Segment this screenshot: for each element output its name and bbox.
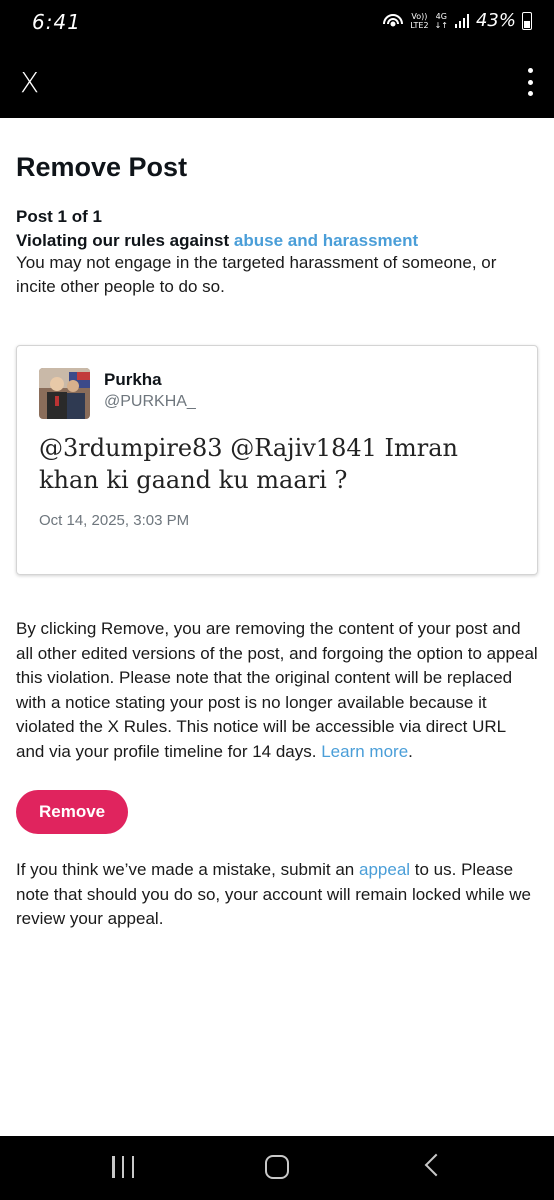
notice-suffix: . [408, 741, 413, 761]
appeal-link[interactable]: appeal [359, 860, 410, 879]
status-time: 6:41 [32, 10, 81, 34]
recent-bar [131, 1156, 134, 1178]
data-type: 4G [435, 11, 447, 21]
signal-icon [454, 13, 469, 28]
rule-prefix: Violating our rules against [16, 231, 234, 250]
recent-apps-icon[interactable] [112, 1156, 134, 1178]
appeal-prefix: If you think we’ve made a mistake, submi… [16, 860, 359, 879]
tweet-text: @3rdumpire83 @Rajiv1841 Imran khan ki ga… [39, 434, 458, 494]
back-icon[interactable] [424, 1153, 448, 1177]
recent-bar [112, 1156, 115, 1178]
volte-top: Vo)) [411, 11, 428, 21]
rule-link[interactable]: abuse and harassment [234, 231, 418, 250]
home-icon[interactable] [265, 1155, 289, 1179]
data-arrows-icon: ↓↑ [434, 20, 448, 30]
volte-indicator: Vo)) LTE2 [410, 12, 428, 30]
battery-icon [522, 11, 532, 30]
status-bar: 6:41 Vo)) LTE2 4G ↓↑ 43% [0, 0, 554, 46]
more-dot [527, 68, 533, 73]
post-count: Post 1 of 1 [16, 207, 102, 226]
app-bar: X [0, 46, 554, 118]
page-title: Remove Post [16, 152, 188, 182]
avatar [39, 368, 90, 419]
navigation-bar [0, 1136, 554, 1200]
data-indicator: 4G ↓↑ [435, 12, 448, 30]
recent-bar [121, 1156, 125, 1178]
tweet-timestamp: Oct 14, 2025, 3:03 PM [39, 512, 190, 529]
appeal-notice: If you think we’ve made a mistake, submi… [16, 858, 538, 932]
x-logo[interactable]: X [20, 66, 39, 99]
battery-percent: 43% [475, 10, 516, 31]
status-icons: Vo)) LTE2 4G ↓↑ 43% [382, 10, 532, 31]
tweet-card: Purkha @PURKHA_ @3rdumpire83 @Rajiv1841 … [16, 345, 538, 575]
tweet-author-handle: @PURKHA_ [104, 393, 196, 410]
tweet-author-name: Purkha [104, 370, 162, 389]
volte-bottom: LTE2 [410, 20, 429, 30]
main-content: Remove Post Post 1 of 1 Violating our ru… [0, 118, 554, 932]
rule-description: You may not engage in the targeted haras… [16, 253, 497, 296]
learn-more-link[interactable]: Learn more [321, 742, 408, 761]
rule-violation: Violating our rules against abuse and ha… [16, 231, 538, 251]
more-dot [527, 91, 533, 96]
more-vertical-icon[interactable] [526, 68, 534, 96]
more-dot [527, 79, 533, 85]
hotspot-icon [383, 13, 404, 26]
remove-button[interactable]: Remove [16, 790, 129, 834]
notice-text: By clicking Remove, you are removing the… [16, 619, 538, 761]
removal-notice: By clicking Remove, you are removing the… [16, 617, 538, 764]
